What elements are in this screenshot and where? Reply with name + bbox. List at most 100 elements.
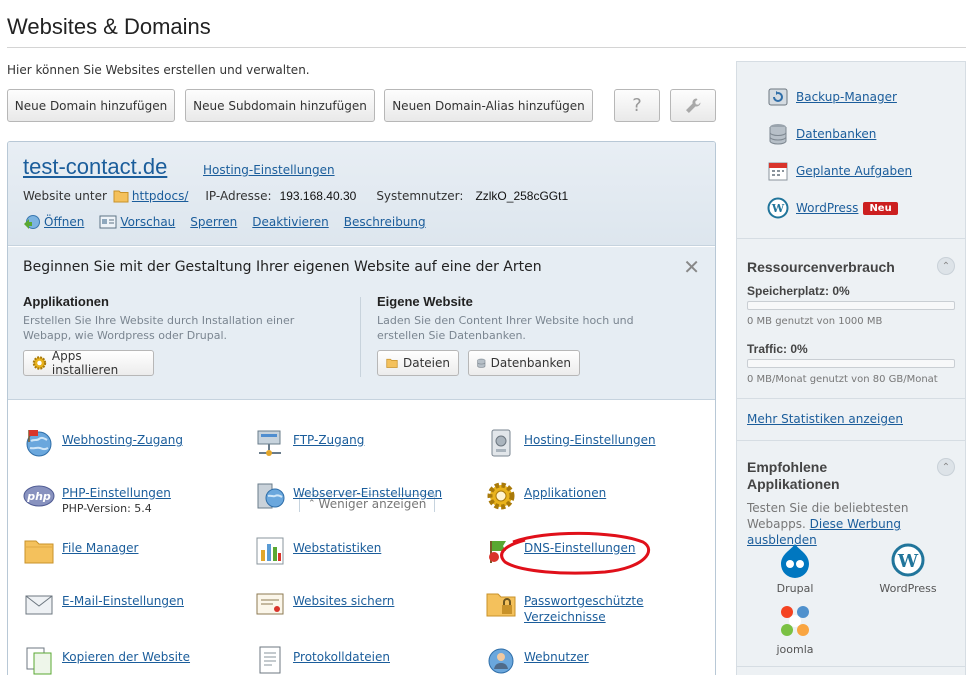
grid-web-users[interactable]: Webnutzer: [485, 644, 589, 675]
sidebar-wordpress[interactable]: W WordPress Neu: [767, 197, 898, 219]
website-meta: Website unter httpdocs/ IP-Adresse: 193.…: [23, 189, 568, 203]
preview-icon: [99, 215, 117, 229]
domain-name-link[interactable]: test-contact.de: [23, 154, 167, 180]
drupal-icon: [781, 544, 809, 578]
protected-directories-line1: Passwortgeschützte: [524, 594, 644, 608]
wordpress-icon: W: [891, 543, 925, 577]
svg-text:W: W: [771, 202, 785, 215]
grid-php-settings[interactable]: php PHP-Einstellungen PHP-Version: 5.4: [23, 480, 171, 517]
sidebar-divider: [737, 238, 965, 239]
description-link[interactable]: Beschreibung: [344, 215, 426, 229]
web-users-link[interactable]: Webnutzer: [524, 650, 589, 664]
webserver-settings-link[interactable]: Webserver-Einstellungen: [293, 486, 442, 500]
grid-log-files[interactable]: Protokolldateien: [254, 644, 390, 675]
new-badge: Neu: [863, 201, 898, 215]
php-settings-link[interactable]: PHP-Einstellungen: [62, 486, 171, 500]
recommended-collapse-button[interactable]: ⌃: [937, 458, 955, 476]
hosting-settings-grid-link[interactable]: Hosting-Einstellungen: [524, 433, 656, 447]
webserver-icon: [257, 483, 285, 509]
recommended-desc-line1: Testen Sie die beliebtesten: [747, 501, 909, 515]
open-link[interactable]: Öffnen: [44, 215, 84, 229]
docroot-link[interactable]: httpdocs/: [132, 189, 188, 203]
grid-ftp-access[interactable]: FTP-Zugang: [254, 427, 364, 459]
page-intro: Hier können Sie Websites erstellen und v…: [7, 63, 310, 77]
globe-arrow-icon: [24, 215, 40, 229]
chevron-up-icon: ⌃: [941, 461, 951, 473]
grid-applications[interactable]: Applikationen: [485, 480, 606, 512]
grid-email-settings[interactable]: E-Mail-Einstellungen: [23, 588, 184, 620]
close-icon[interactable]: ✕: [683, 255, 700, 279]
tools-button[interactable]: [670, 89, 716, 122]
backup-websites-link[interactable]: Websites sichern: [293, 594, 394, 608]
files-label: Dateien: [402, 356, 450, 370]
website-panel: test-contact.de Hosting-Einstellungen We…: [7, 141, 716, 675]
wordpress-link[interactable]: WordPress: [796, 201, 858, 215]
backup-icon: [768, 88, 788, 106]
website-header: test-contact.de Hosting-Einstellungen We…: [8, 142, 715, 246]
sidebar: Backup-Manager Datenbanken Geplante Aufg…: [736, 61, 966, 675]
file-manager-link[interactable]: File Manager: [62, 541, 139, 555]
sidebar-backup-manager[interactable]: Backup-Manager: [767, 86, 897, 108]
grid-protected-directories[interactable]: Passwortgeschützte Verzeichnisse: [485, 588, 644, 625]
sidebar-databases[interactable]: Datenbanken: [767, 123, 876, 145]
files-button[interactable]: Dateien: [377, 350, 459, 376]
app-tile-joomla[interactable]: joomla: [750, 603, 840, 656]
disable-link[interactable]: Deaktivieren: [252, 215, 328, 229]
recommended-description: Testen Sie die beliebtesten Webapps. Die…: [747, 500, 965, 548]
copy-pages-icon: [26, 647, 52, 675]
apps-title: Applikationen: [23, 294, 109, 309]
open-action[interactable]: Öffnen: [23, 214, 84, 230]
webhosting-access-link[interactable]: Webhosting-Zugang: [62, 433, 183, 447]
disk-usage-note: 0 MB genutzt von 1000 MB: [747, 316, 883, 327]
scheduled-tasks-link[interactable]: Geplante Aufgaben: [796, 164, 912, 178]
more-statistics-link[interactable]: Mehr Statistiken anzeigen: [747, 412, 903, 426]
joomla-label: joomla: [776, 643, 814, 656]
databases-link[interactable]: Datenbanken: [796, 127, 876, 141]
grid-hosting-settings[interactable]: Hosting-Einstellungen: [485, 427, 656, 459]
help-button[interactable]: ?: [614, 89, 660, 122]
app-tile-drupal[interactable]: Drupal: [750, 542, 840, 595]
website-actions: Öffnen Vorschau Sperren Deaktivieren Bes…: [23, 214, 441, 230]
own-website-column: Eigene Website Laden Sie den Content Ihr…: [377, 294, 677, 343]
resources-title: Ressourcenverbrauch: [747, 259, 895, 275]
ip-label: IP-Adresse:: [205, 189, 272, 203]
databases-button[interactable]: Datenbanken: [468, 350, 580, 376]
ip-value: 193.168.40.30: [279, 189, 357, 203]
preview-action[interactable]: Vorschau: [99, 215, 175, 229]
grid-web-statistics[interactable]: Webstatistiken: [254, 535, 381, 567]
copy-website-link[interactable]: Kopieren der Website: [62, 650, 190, 664]
disk-usage-bar: [747, 301, 955, 310]
resources-collapse-button[interactable]: ⌃: [937, 257, 955, 275]
svg-text:php: php: [26, 490, 51, 503]
add-domain-button[interactable]: Neue Domain hinzufügen: [7, 89, 175, 122]
grid-file-manager[interactable]: File Manager: [23, 535, 139, 567]
preview-link[interactable]: Vorschau: [120, 215, 175, 229]
suspend-link[interactable]: Sperren: [190, 215, 237, 229]
app-tile-wordpress[interactable]: W WordPress: [863, 542, 953, 595]
grid-copy-website[interactable]: Kopieren der Website: [23, 644, 190, 675]
grid-webserver-settings[interactable]: Webserver-Einstellungen: [254, 480, 442, 512]
applications-link[interactable]: Applikationen: [524, 486, 606, 500]
email-settings-link[interactable]: E-Mail-Einstellungen: [62, 594, 184, 608]
traffic-label: Traffic: 0%: [747, 342, 808, 356]
ftp-access-link[interactable]: FTP-Zugang: [293, 433, 364, 447]
apps-description: Erstellen Sie Ihre Website durch Install…: [23, 314, 295, 342]
sidebar-scheduled-tasks[interactable]: Geplante Aufgaben: [767, 160, 912, 182]
backup-manager-link[interactable]: Backup-Manager: [796, 90, 897, 104]
log-files-link[interactable]: Protokolldateien: [293, 650, 390, 664]
recommended-desc-line2: Webapps.: [747, 517, 806, 531]
wordpress-app-label: WordPress: [879, 582, 937, 595]
add-domain-alias-button[interactable]: Neuen Domain-Alias hinzufügen: [384, 89, 593, 122]
grid-webhosting-access[interactable]: Webhosting-Zugang: [23, 427, 183, 459]
page-title: Websites & Domains: [7, 14, 211, 39]
getting-started-box: Beginnen Sie mit der Gestaltung Ihrer ei…: [8, 247, 715, 512]
grid-backup-websites[interactable]: Websites sichern: [254, 588, 394, 620]
add-subdomain-button[interactable]: Neue Subdomain hinzufügen: [185, 89, 375, 122]
web-statistics-link[interactable]: Webstatistiken: [293, 541, 381, 555]
hosting-settings-link[interactable]: Hosting-Einstellungen: [203, 163, 335, 177]
resources-divider: [737, 398, 965, 399]
wordpress-icon: W: [767, 197, 789, 219]
install-apps-button[interactable]: Apps installieren: [23, 349, 154, 377]
traffic-note: 0 MB/Monat genutzt von 80 GB/Monat: [747, 374, 938, 385]
protected-directories-link[interactable]: Passwortgeschützte Verzeichnisse: [524, 594, 644, 624]
